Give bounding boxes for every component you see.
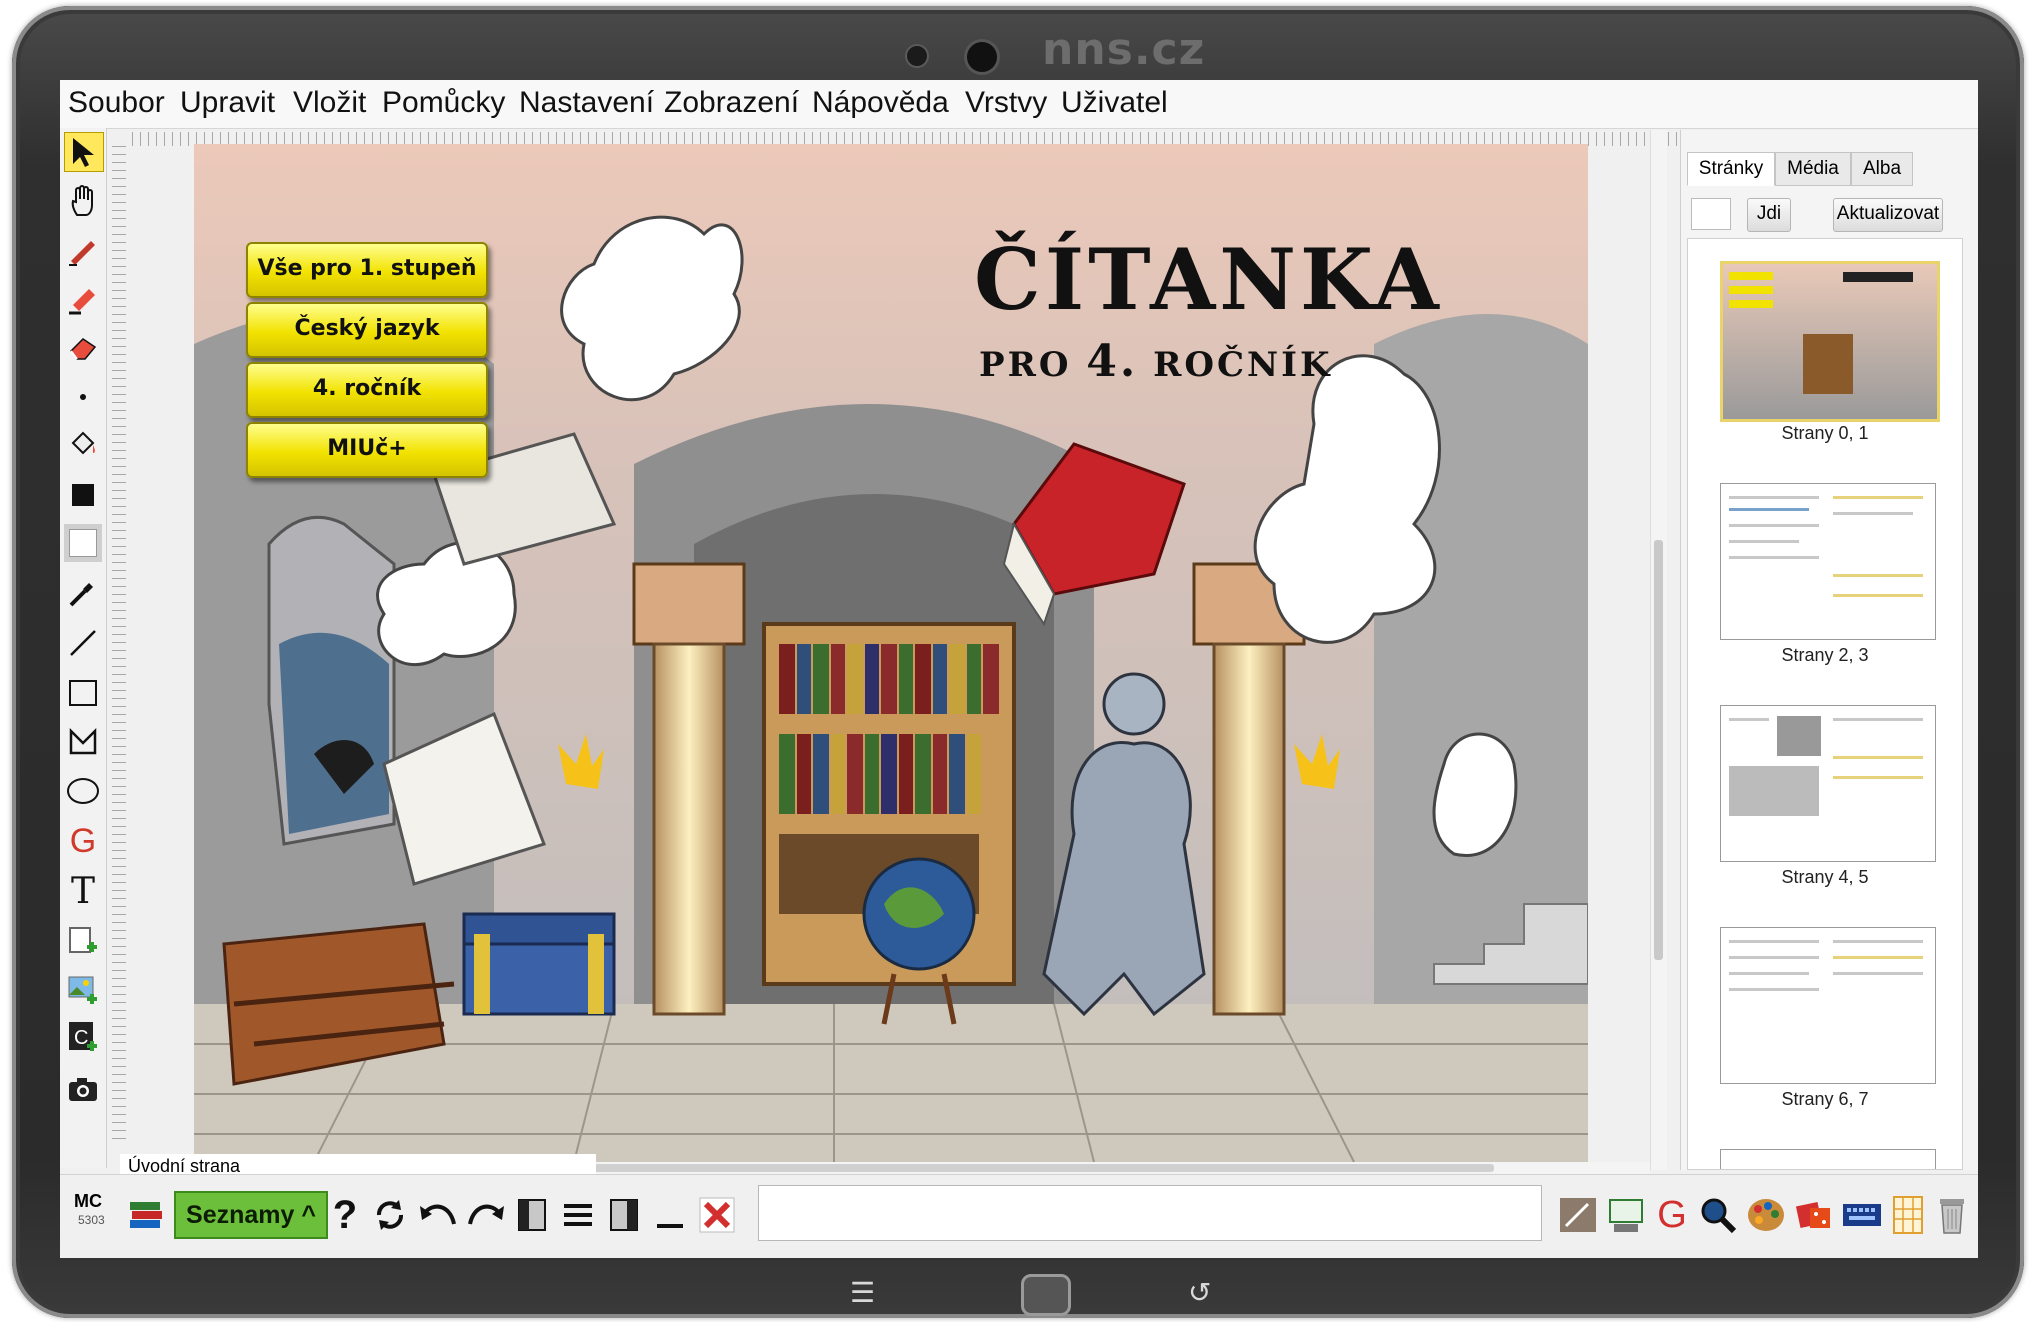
tab-stranky[interactable]: Stránky	[1687, 152, 1775, 186]
tool-palette: G T C	[60, 128, 107, 1168]
menu-vlozit[interactable]: Vložit	[293, 86, 366, 120]
pen-icon[interactable]	[64, 232, 102, 270]
nav-button-4-rocnik[interactable]: 4. ročník	[246, 362, 488, 418]
highlighter-icon[interactable]	[64, 280, 102, 318]
refresh-button[interactable]: Aktualizovat	[1833, 198, 1943, 232]
eraser-icon[interactable]	[64, 328, 102, 366]
fill-bucket-icon[interactable]	[64, 426, 102, 464]
drawing-tool-icon[interactable]	[1556, 1193, 1600, 1237]
menu-zobrazeni[interactable]: Zobrazení	[664, 86, 799, 120]
mc-label: MC	[74, 1191, 102, 1211]
color-square-icon[interactable]	[64, 476, 102, 514]
thumb-mini-button	[1729, 272, 1773, 280]
menu-vrstvy[interactable]: Vrstvy	[965, 86, 1047, 120]
thumb-mini-button	[1729, 300, 1773, 308]
page-canvas[interactable]: Vše pro 1. stupeň Český jazyk 4. ročník …	[194, 144, 1588, 1162]
brand-logo: nns.cz	[1042, 24, 1206, 75]
thumbnail-next[interactable]	[1720, 1149, 1936, 1169]
add-page-icon[interactable]	[64, 922, 102, 960]
command-input[interactable]	[758, 1185, 1542, 1241]
minimize-icon[interactable]	[650, 1193, 690, 1237]
home-hw-button[interactable]	[1021, 1274, 1071, 1316]
hscroll-thumb[interactable]	[594, 1164, 1494, 1172]
camera-icon[interactable]	[64, 1070, 102, 1108]
thumbnail-caption: Strany 0, 1	[1781, 423, 1869, 443]
whiteboard-icon[interactable]	[1604, 1193, 1648, 1237]
menu-nastaveni[interactable]: Nastavení	[519, 86, 654, 120]
thumb-mini-shelf	[1803, 334, 1853, 394]
geogebra-icon[interactable]: G	[64, 822, 102, 860]
ellipse-icon[interactable]	[64, 772, 102, 810]
books-stack-icon[interactable]	[126, 1193, 166, 1237]
svg-text:C: C	[74, 1027, 88, 1049]
menu-bar: Soubor Upravit Vložit Pomůcky Nastavení …	[60, 80, 1978, 129]
bottom-toolbar: MC 5303 Seznamy ^ ? G	[60, 1174, 1978, 1258]
thumbnail-caption: Strany 4, 5	[1781, 867, 1869, 887]
ruler-vertical	[112, 146, 126, 1146]
thumbnail-pages-6-7[interactable]	[1720, 927, 1936, 1084]
polygon-icon[interactable]	[64, 722, 102, 760]
dice-icon[interactable]	[1792, 1193, 1836, 1237]
right-panel-toggle-icon[interactable]	[604, 1193, 644, 1237]
nav-button-miuc-plus[interactable]: MIUč+	[246, 422, 488, 478]
thumb-mini-button	[1729, 286, 1773, 294]
refresh-icon[interactable]	[368, 1193, 412, 1237]
subtitle-grade-number: 4.	[1086, 336, 1139, 387]
app-screen: Soubor Upravit Vložit Pomůcky Nastavení …	[60, 80, 1978, 1258]
goto-button[interactable]: Jdi	[1747, 198, 1791, 232]
undo-icon[interactable]	[416, 1193, 460, 1237]
sensor-icon	[905, 44, 929, 68]
redo-icon[interactable]	[464, 1193, 508, 1237]
thumbnail-pages-2-3[interactable]	[1720, 483, 1936, 640]
thumbnail-caption: Strany 2, 3	[1781, 645, 1869, 665]
select-arrow-icon[interactable]	[64, 132, 104, 172]
page-number-input[interactable]	[1691, 198, 1731, 230]
tab-media[interactable]: Média	[1775, 152, 1851, 186]
trash-icon[interactable]	[1932, 1193, 1972, 1237]
menu-upravit[interactable]: Upravit	[180, 86, 275, 120]
text-icon[interactable]: T	[64, 871, 102, 912]
palette-icon[interactable]	[1744, 1193, 1788, 1237]
scrollbar-thumb[interactable]	[1654, 540, 1663, 960]
book-subtitle: PRO 4. ROČNÍK	[979, 336, 1333, 387]
book-title: ČÍTANKA	[974, 230, 1443, 329]
line-icon[interactable]	[64, 624, 102, 662]
tab-alba[interactable]: Alba	[1851, 152, 1913, 186]
dot-icon[interactable]	[64, 378, 102, 416]
thumbnail-pages-0-1[interactable]	[1720, 261, 1940, 422]
front-camera-icon	[964, 39, 1000, 75]
page-thumbnails: Strany 0, 1 Strany 2, 3 Strany 4, 5 Stra…	[1687, 238, 1963, 1170]
close-app-icon[interactable]	[696, 1193, 738, 1237]
magnifier-icon[interactable]	[1696, 1193, 1740, 1237]
thumb-mini-title	[1843, 272, 1913, 282]
menu-list-icon[interactable]	[558, 1193, 598, 1237]
subtitle-rocnik: ROČNÍK	[1153, 345, 1333, 385]
menu-napoveda[interactable]: Nápověda	[812, 86, 949, 120]
keyboard-icon[interactable]	[1840, 1193, 1884, 1237]
rectangle-icon[interactable]	[64, 674, 102, 712]
thumbnail-caption: Strany 6, 7	[1781, 1089, 1869, 1109]
nav-button-cesky-jazyk[interactable]: Český jazyk	[246, 302, 488, 358]
mc-code: 5303	[78, 1213, 105, 1227]
insert-image-icon[interactable]	[64, 970, 102, 1008]
calculator-icon[interactable]	[1888, 1193, 1928, 1237]
canvas-vertical-scrollbar[interactable]	[1650, 130, 1667, 1170]
thumbnail-pages-4-5[interactable]	[1720, 705, 1936, 862]
left-panel-toggle-icon[interactable]	[512, 1193, 552, 1237]
pages-sidebar: Stránky Média Alba Jdi Aktualizovat Stra…	[1680, 130, 1978, 1170]
subtitle-pro: PRO	[979, 345, 1072, 385]
menu-uzivatel[interactable]: Uživatel	[1061, 86, 1168, 120]
nav-button-vse-pro-1-stupen[interactable]: Vše pro 1. stupeň	[246, 242, 488, 298]
insert-media-icon[interactable]: C	[64, 1018, 102, 1056]
menu-pomucky[interactable]: Pomůcky	[382, 86, 505, 120]
line-style-icon[interactable]	[64, 524, 102, 562]
help-button[interactable]: ?	[330, 1193, 360, 1237]
hand-icon[interactable]	[64, 182, 102, 220]
back-hw-button[interactable]: ↺	[1188, 1276, 1211, 1309]
menu-hw-button[interactable]: ☰	[850, 1276, 875, 1309]
geogebra-bottom-icon[interactable]: G	[1652, 1193, 1692, 1237]
eyedropper-icon[interactable]	[64, 574, 102, 612]
lists-button[interactable]: Seznamy ^	[174, 1191, 328, 1239]
menu-soubor[interactable]: Soubor	[68, 86, 165, 120]
